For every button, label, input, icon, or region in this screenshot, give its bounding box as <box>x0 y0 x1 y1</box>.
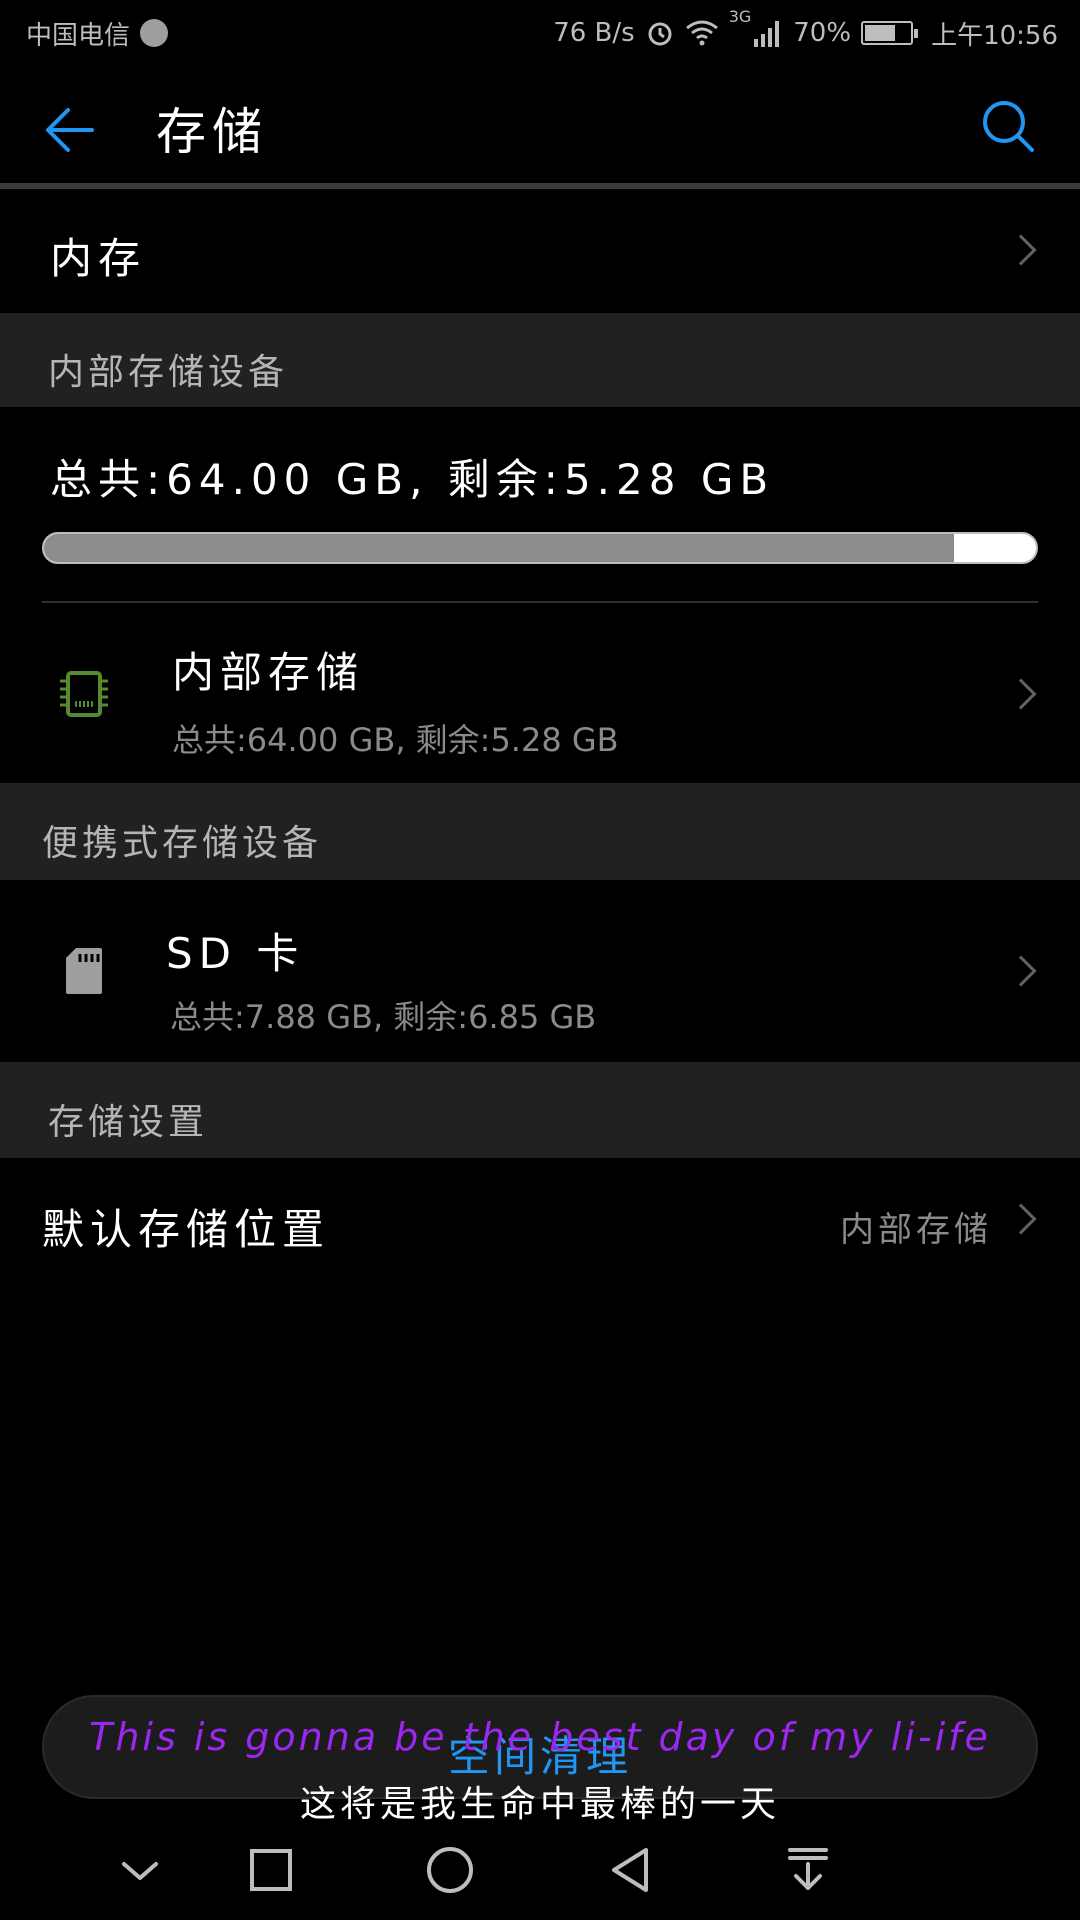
network-type: 3G <box>728 6 752 26</box>
internal-section-title: 内部存储设备 <box>48 352 289 393</box>
default-location-value: 内部存储 <box>840 1210 992 1250</box>
clock: 上午10:56 <box>931 20 1058 51</box>
status-bar: 中国电信 76 B/s 3G 70% 上午10:56 <box>0 0 1080 66</box>
settings-section-header: 存储设置 <box>0 1062 1080 1158</box>
search-button[interactable] <box>978 96 1038 156</box>
chevron-right-icon <box>1005 1203 1037 1235</box>
storage-used-fill <box>44 534 955 562</box>
back-arrow-icon <box>46 108 94 152</box>
chevron-right-icon <box>1005 678 1037 710</box>
internal-summary: 总共:64.00 GB, 剩余:5.28 GB <box>50 455 775 504</box>
globe-icon <box>140 19 169 47</box>
pull-down-icon <box>788 1848 828 1890</box>
memory-label: 内存 <box>50 234 147 283</box>
back-nav-button[interactable] <box>600 1840 660 1900</box>
sd-card-icon <box>64 946 104 1000</box>
internal-storage-title: 内部存储 <box>172 648 365 697</box>
carrier-label: 中国电信 <box>26 20 131 51</box>
internal-storage-row[interactable]: 内部存储 总共:64.00 GB, 剩余:5.28 GB <box>0 603 1080 783</box>
default-location-label: 默认存储位置 <box>42 1205 331 1254</box>
home-button[interactable] <box>420 1840 480 1900</box>
app-bar: 存储 <box>0 66 1080 184</box>
status-left: 中国电信 <box>26 15 169 52</box>
sd-card-title: SD 卡 <box>166 929 305 978</box>
back-button[interactable] <box>42 102 102 158</box>
internal-storage-detail: 总共:64.00 GB, 剩余:5.28 GB <box>172 721 619 759</box>
battery-icon <box>861 21 919 45</box>
recents-button[interactable] <box>241 1840 301 1900</box>
chevron-right-icon <box>1005 234 1037 266</box>
notification-pull-button[interactable] <box>778 1840 838 1900</box>
sd-card-detail: 总共:7.88 GB, 剩余:6.85 GB <box>170 998 597 1036</box>
chip-icon <box>58 669 110 723</box>
signal-icon <box>753 19 783 47</box>
battery-percent: 70% <box>793 18 852 48</box>
chevron-right-icon <box>1005 955 1037 987</box>
overlay-subtitle-chinese: 这将是我生命中最棒的一天 <box>299 1784 780 1825</box>
page-title: 存储 <box>156 103 268 161</box>
settings-section-title: 存储设置 <box>48 1102 209 1143</box>
net-speed: 76 B/s <box>553 18 635 48</box>
overlay-subtitle-english: This is gonna be the best day of my li-i… <box>89 1715 991 1759</box>
sd-card-row[interactable]: SD 卡 总共:7.88 GB, 剩余:6.85 GB <box>0 880 1080 1062</box>
hide-nav-button[interactable] <box>110 1840 170 1900</box>
circle-icon <box>427 1847 473 1893</box>
default-location-row[interactable]: 默认存储位置 内部存储 <box>0 1158 1080 1284</box>
portable-section-title: 便携式存储设备 <box>42 823 323 864</box>
search-icon <box>983 101 1034 152</box>
navigation-bar <box>0 1840 1080 1920</box>
memory-row[interactable]: 内存 <box>0 189 1080 313</box>
storage-progress-bar <box>42 532 1038 564</box>
wifi-icon <box>685 19 719 47</box>
internal-section-header: 内部存储设备 <box>0 313 1080 407</box>
triangle-back-icon <box>612 1848 648 1892</box>
alarm-icon <box>645 18 675 48</box>
portable-section-header: 便携式存储设备 <box>0 783 1080 880</box>
chevron-down-icon <box>122 1862 158 1880</box>
status-right: 76 B/s 3G 70% 上午10:56 <box>553 7 1058 52</box>
square-icon <box>250 1849 292 1891</box>
